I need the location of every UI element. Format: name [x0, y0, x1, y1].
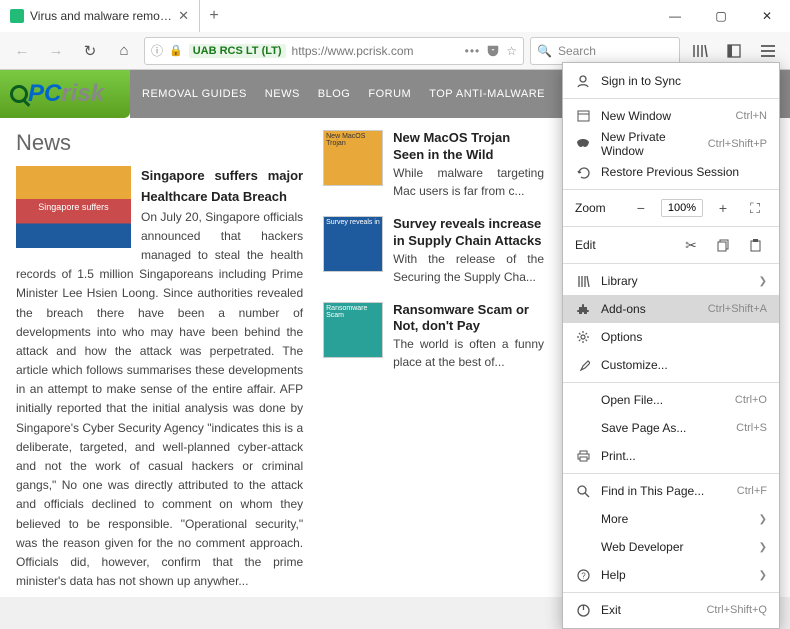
search-icon: 🔍 — [537, 44, 552, 58]
ssl-org: UAB RCS LT (LT) — [189, 44, 286, 58]
article-body: On July 20, Singapore officials announce… — [16, 210, 303, 589]
menu-addons[interactable]: Add-ons Ctrl+Shift+A — [563, 295, 779, 323]
site-logo[interactable]: PCrisk — [0, 70, 130, 118]
hamburger-menu: Sign in to Sync New Window Ctrl+N New Pr… — [562, 62, 780, 629]
menu-new-window[interactable]: New Window Ctrl+N — [563, 102, 779, 130]
fullscreen-button[interactable]: ⛶ — [743, 197, 767, 219]
main-article: Singapore suffers Singapore suffers majo… — [16, 166, 303, 591]
pocket-icon[interactable] — [486, 44, 500, 58]
home-button[interactable]: ⌂ — [110, 37, 138, 65]
menu-find[interactable]: Find in This Page... Ctrl+F — [563, 477, 779, 505]
news-body: With the release of the Securing the Sup… — [393, 250, 544, 286]
copy-button[interactable] — [711, 234, 735, 256]
page-actions-icon[interactable]: ••• — [465, 44, 481, 58]
news-title[interactable]: New MacOS Trojan Seen in the Wild — [393, 130, 544, 164]
menu-webdev[interactable]: Web Developer ❯ — [563, 533, 779, 561]
menu-restore[interactable]: Restore Previous Session — [563, 158, 779, 186]
bookmark-star-icon[interactable]: ☆ — [506, 44, 517, 58]
back-button[interactable]: ← — [8, 37, 36, 65]
hamburger-menu-button[interactable] — [754, 37, 782, 65]
menu-options[interactable]: Options — [563, 323, 779, 351]
library-icon — [575, 275, 591, 288]
news-item: New MacOS Trojan New MacOS Trojan Seen i… — [323, 130, 544, 200]
search-icon — [575, 485, 591, 498]
news-item: Ransomware Scam Ransomware Scam or Not, … — [323, 302, 544, 372]
window-maximize[interactable]: ▢ — [698, 0, 744, 32]
news-body: The world is often a funny place at the … — [393, 335, 544, 371]
info-icon[interactable]: ⓘ — [151, 42, 163, 59]
menu-exit[interactable]: Exit Ctrl+Shift+Q — [563, 596, 779, 624]
window-close[interactable]: ✕ — [744, 0, 790, 32]
mask-icon — [575, 139, 591, 149]
nav-item[interactable]: REMOVAL GUIDES — [142, 88, 247, 100]
zoom-in-button[interactable]: + — [711, 197, 735, 219]
chevron-right-icon: ❯ — [759, 542, 767, 553]
titlebar: Virus and malware removal ins ✕ + — ▢ ✕ — [0, 0, 790, 32]
url-text: https://www.pcrisk.com — [292, 44, 459, 58]
tab-close-icon[interactable]: ✕ — [178, 8, 189, 24]
tab-favicon — [10, 9, 24, 23]
new-tab-button[interactable]: + — [200, 0, 228, 32]
cut-button[interactable]: ✂ — [679, 234, 703, 256]
restore-icon — [575, 166, 591, 179]
nav-item[interactable]: BLOG — [318, 88, 351, 100]
zoom-value: 100% — [661, 199, 703, 217]
forward-button[interactable]: → — [42, 37, 70, 65]
svg-text:?: ? — [581, 571, 586, 580]
paintbrush-icon — [575, 359, 591, 372]
menu-save-as[interactable]: Save Page As... Ctrl+S — [563, 414, 779, 442]
news-thumb[interactable]: Survey reveals in — [323, 216, 383, 272]
user-icon — [575, 74, 591, 88]
news-thumb[interactable]: New MacOS Trojan — [323, 130, 383, 186]
gear-icon — [575, 330, 591, 344]
magnifier-icon — [10, 85, 28, 103]
library-button[interactable] — [686, 37, 714, 65]
search-placeholder: Search — [558, 44, 596, 58]
address-bar[interactable]: ⓘ 🔒 UAB RCS LT (LT) https://www.pcrisk.c… — [144, 37, 524, 65]
menu-print[interactable]: Print... — [563, 442, 779, 470]
news-title[interactable]: Ransomware Scam or Not, don't Pay — [393, 302, 544, 336]
window-minimize[interactable]: — — [652, 0, 698, 32]
lock-icon: 🔒 — [169, 44, 183, 57]
menu-customize[interactable]: Customize... — [563, 351, 779, 379]
reload-button[interactable]: ↻ — [76, 37, 104, 65]
window-icon — [575, 110, 591, 122]
news-item: Survey reveals in Survey reveals increas… — [323, 216, 544, 286]
menu-library[interactable]: Library ❯ — [563, 267, 779, 295]
search-box[interactable]: 🔍 Search — [530, 37, 680, 65]
article-thumb[interactable]: Singapore suffers — [16, 166, 131, 248]
chevron-right-icon: ❯ — [759, 514, 767, 525]
news-heading: News — [16, 130, 303, 156]
news-thumb[interactable]: Ransomware Scam — [323, 302, 383, 358]
nav-item[interactable]: TOP ANTI-MALWARE — [429, 88, 545, 100]
sidebar-button[interactable] — [720, 37, 748, 65]
print-icon — [575, 450, 591, 462]
nav-item[interactable]: NEWS — [265, 88, 300, 100]
nav-item[interactable]: FORUM — [368, 88, 411, 100]
article-title[interactable]: Singapore suffers major Healthcare Data … — [141, 168, 303, 204]
browser-tab[interactable]: Virus and malware removal ins ✕ — [0, 0, 200, 32]
menu-sign-in[interactable]: Sign in to Sync — [563, 67, 779, 95]
menu-new-private[interactable]: New Private Window Ctrl+Shift+P — [563, 130, 779, 158]
paste-button[interactable] — [743, 234, 767, 256]
tab-title: Virus and malware removal ins — [30, 9, 172, 23]
chevron-right-icon: ❯ — [759, 570, 767, 581]
help-icon: ? — [575, 569, 591, 582]
menu-help[interactable]: ? Help ❯ — [563, 561, 779, 589]
menu-edit-row: Edit ✂ — [563, 230, 779, 260]
news-title[interactable]: Survey reveals increase in Supply Chain … — [393, 216, 544, 250]
news-body: While malware targeting Mac users is far… — [393, 164, 544, 200]
puzzle-icon — [575, 303, 591, 316]
menu-open-file[interactable]: Open File... Ctrl+O — [563, 386, 779, 414]
menu-more[interactable]: More ❯ — [563, 505, 779, 533]
menu-zoom-row: Zoom − 100% + ⛶ — [563, 193, 779, 223]
zoom-out-button[interactable]: − — [629, 197, 653, 219]
exit-icon — [575, 604, 591, 617]
chevron-right-icon: ❯ — [759, 276, 767, 287]
